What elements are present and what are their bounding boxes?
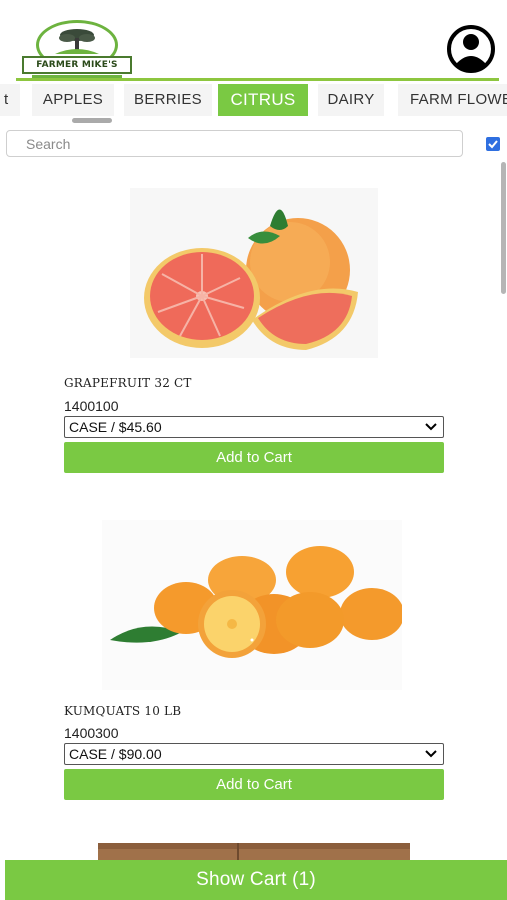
tab-berries[interactable]: BERRIES: [124, 84, 212, 116]
farmer-mikes-logo[interactable]: FARMER MIKE'S: [22, 20, 132, 80]
product-option-select[interactable]: CASE / $90.00: [64, 743, 444, 765]
logo-text: FARMER MIKE'S: [22, 56, 132, 74]
show-cart-button[interactable]: Show Cart (1): [5, 860, 507, 900]
chevron-down-icon: [425, 750, 437, 758]
product-name: KUMQUATS 10 LB: [64, 704, 182, 718]
tab-partial[interactable]: t: [0, 84, 20, 116]
search-input[interactable]: [6, 130, 463, 157]
grapefruit-image: [130, 188, 378, 358]
chevron-down-icon: [425, 423, 437, 431]
tab-apples[interactable]: APPLES: [32, 84, 114, 116]
kumquats-image: [102, 520, 402, 690]
add-to-cart-button[interactable]: Add to Cart: [64, 769, 444, 800]
product-name: GRAPEFRUIT 32 CT: [64, 376, 192, 390]
page-scrollbar[interactable]: [501, 162, 506, 294]
tab-farm-flowers[interactable]: FARM FLOWERS: [398, 84, 507, 116]
tab-citrus[interactable]: CITRUS: [218, 84, 308, 116]
selected-option: CASE / $90.00: [69, 746, 162, 762]
tree-icon: [55, 29, 99, 54]
account-icon[interactable]: [443, 24, 499, 74]
header: FARMER MIKE'S: [0, 0, 507, 82]
category-tabs: t APPLES BERRIES CITRUS DAIRY FARM FLOWE…: [0, 84, 507, 118]
checkmark-icon: [488, 140, 498, 149]
add-to-cart-button[interactable]: Add to Cart: [64, 442, 444, 473]
product-option-select[interactable]: CASE / $45.60: [64, 416, 444, 438]
tab-dairy[interactable]: DAIRY: [318, 84, 384, 116]
filter-checkbox[interactable]: [486, 137, 500, 151]
product-sku: 1400300: [64, 725, 119, 741]
header-divider: [16, 78, 499, 81]
product-sku: 1400100: [64, 398, 119, 414]
selected-option: CASE / $45.60: [69, 419, 162, 435]
tabs-scroll-indicator[interactable]: [72, 118, 112, 123]
